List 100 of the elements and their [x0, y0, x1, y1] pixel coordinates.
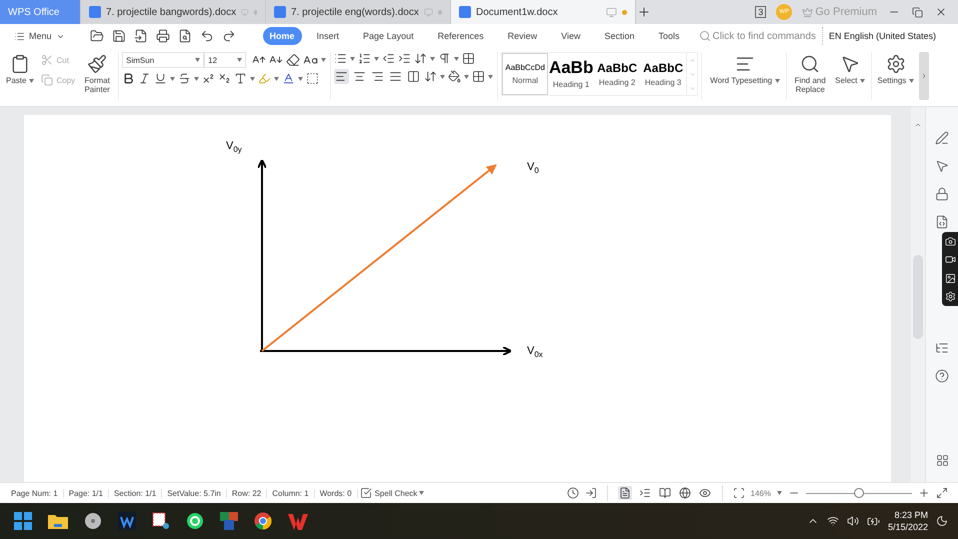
print-icon	[156, 29, 170, 43]
caret-icon	[430, 56, 436, 60]
document-tab[interactable]: Document1w.docx	[451, 0, 636, 24]
table-icon	[462, 52, 476, 65]
plus-icon	[637, 5, 651, 19]
superscript-icon	[202, 72, 216, 85]
zoom-in-icon	[918, 487, 930, 499]
caret-icon	[775, 78, 780, 83]
document-icon	[274, 6, 286, 18]
underline-icon	[154, 72, 168, 85]
outline-view-icon	[638, 487, 651, 499]
caret-icon	[909, 78, 914, 83]
align-button[interactable]	[406, 69, 422, 84]
menu-button[interactable]: Menu	[10, 30, 69, 42]
format-painter-button[interactable]: Format Painter	[80, 52, 114, 96]
search-icon	[698, 30, 711, 42]
status-text: Page Num: 1	[6, 488, 64, 498]
status-text: Row: 22	[226, 488, 268, 498]
ribbon-tab[interactable]: Section	[596, 27, 644, 45]
shading-icon	[448, 70, 462, 83]
ribbon-tab[interactable]: Tools	[650, 27, 689, 45]
audio-app-icon[interactable]	[118, 512, 136, 530]
font-size-field[interactable]: 12	[204, 52, 246, 68]
view-button[interactable]	[658, 486, 672, 500]
ribbon-tab[interactable]: Review	[498, 27, 546, 45]
window-count-badge[interactable]: 3	[755, 6, 766, 18]
eye-icon	[698, 487, 711, 499]
caret-icon	[274, 76, 280, 80]
caret-icon	[464, 74, 470, 78]
subscript-icon	[218, 72, 232, 85]
chat-app-icon[interactable]	[186, 512, 204, 530]
restore-button[interactable]	[911, 6, 924, 18]
toolbar-button[interactable]	[110, 28, 127, 44]
font-name-field[interactable]: SimSun	[122, 52, 204, 68]
caret-icon	[454, 56, 460, 60]
zoom-thumb[interactable]	[854, 488, 864, 498]
windows-logo-icon[interactable]	[14, 512, 32, 530]
view-button[interactable]	[638, 486, 652, 500]
command-search-field[interactable]: Click to find commands	[698, 30, 816, 42]
wps-app-icon[interactable]	[288, 512, 308, 530]
align-icon	[407, 70, 420, 83]
ribbon-tab[interactable]: Insert	[308, 27, 348, 45]
folder-icon[interactable]	[48, 513, 68, 529]
highlighter-icon	[258, 72, 272, 85]
outdent-icon	[382, 52, 396, 65]
folder-icon	[90, 29, 104, 43]
settings-button[interactable]: Settings	[875, 52, 916, 88]
strikethrough-icon	[178, 72, 192, 85]
caret-icon	[250, 76, 256, 80]
spell-check-button[interactable]: Spell Check	[358, 485, 420, 501]
find-replace-button[interactable]: Find and Replace	[790, 52, 830, 96]
disc-icon[interactable]	[84, 512, 102, 530]
close-icon	[935, 6, 947, 18]
status-text: Page: 1/1	[64, 488, 109, 498]
select-button[interactable]: Select	[833, 52, 868, 88]
status-text: Column: 1	[267, 488, 315, 498]
document-icon	[459, 6, 471, 18]
ribbon-tab[interactable]: References	[428, 27, 493, 45]
line-spacing-icon	[424, 70, 438, 83]
scroll-up-icon	[688, 56, 696, 64]
ribbon-tab[interactable]: View	[552, 27, 590, 45]
zoom-level-text[interactable]: 146%	[750, 488, 771, 498]
caret-icon	[195, 58, 200, 62]
pointer-icon	[935, 159, 949, 173]
snipping-tool-icon[interactable]	[152, 512, 170, 530]
toolbar-button[interactable]	[88, 28, 105, 44]
search-icon	[800, 54, 820, 74]
document-tab[interactable]: 7. projectile eng(words).docx	[266, 0, 451, 24]
view-button[interactable]	[618, 486, 632, 500]
view-button[interactable]	[678, 486, 692, 500]
book-icon	[658, 487, 671, 499]
sort-icon	[414, 52, 428, 65]
paste-button[interactable]: Paste	[4, 52, 36, 88]
toolbar-button[interactable]	[132, 28, 149, 44]
chrome-icon[interactable]	[254, 512, 272, 530]
office-app-icon[interactable]	[220, 512, 238, 530]
ribbon-tab[interactable]: Page Layout	[354, 27, 423, 45]
align-icon	[371, 70, 384, 83]
align-icon	[389, 70, 402, 83]
video-icon	[944, 254, 956, 266]
vertical-scrollbar[interactable]	[911, 107, 925, 482]
pen-icon	[935, 131, 949, 145]
caret-icon	[777, 491, 782, 495]
vector-label: V$_{0x}$	[527, 345, 543, 360]
volume-icon	[846, 515, 859, 527]
scroll-up-icon	[914, 121, 922, 129]
document-tab[interactable]: 7. projectile bangwords).docx	[81, 0, 266, 24]
style-option[interactable]: AaBbCcDd Normal	[502, 53, 548, 95]
view-button[interactable]	[698, 486, 712, 500]
toolbar-button[interactable]	[154, 28, 171, 44]
copy-icon	[41, 74, 54, 86]
numbered-list-icon	[358, 52, 372, 65]
status-text: Words: 0	[314, 488, 358, 498]
settings-icon	[944, 291, 956, 302]
align-button[interactable]	[334, 69, 350, 84]
taskbar-clock[interactable]: 8:23 PM 5/15/2022	[888, 508, 928, 534]
image-icon	[944, 272, 956, 284]
clipboard-icon	[10, 54, 30, 74]
word-typesetting-button[interactable]: Word Typesetting	[708, 52, 782, 88]
text-effect-icon	[234, 72, 248, 85]
